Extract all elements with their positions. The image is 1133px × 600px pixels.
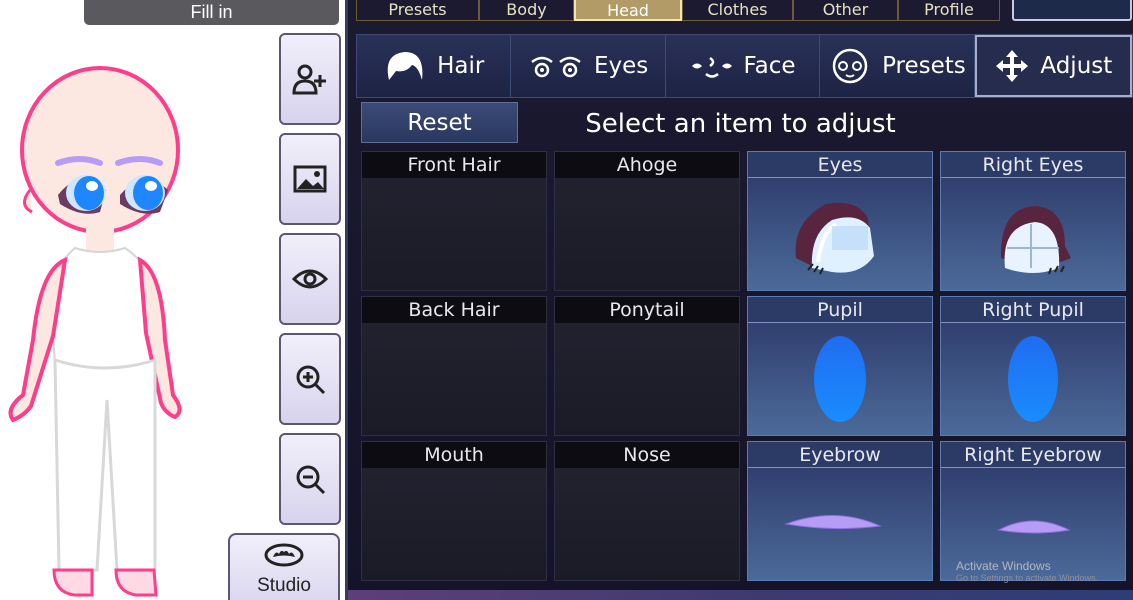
image-icon <box>293 165 327 193</box>
right-eye-preview <box>1001 206 1071 275</box>
tab-other[interactable]: Other <box>793 0 898 21</box>
studio-label: Studio <box>257 575 311 596</box>
item-label: Ponytail <box>555 297 739 323</box>
subtab-presets-label: Presets <box>882 53 966 79</box>
subtab-face-label: Face <box>743 53 796 79</box>
face-icon <box>691 56 732 78</box>
background-button[interactable] <box>279 133 341 225</box>
item-nose[interactable]: Nose <box>554 441 740 581</box>
item-mouth[interactable]: Mouth <box>361 441 547 581</box>
eyebrow-preview <box>784 515 882 530</box>
face-preset-icon <box>832 48 868 84</box>
editor-panel: Presets Body Head Clothes Other Profile … <box>345 0 1133 600</box>
subtab-eyes[interactable]: Eyes <box>511 35 666 97</box>
tab-profile[interactable]: Profile <box>898 0 1000 21</box>
eye-icon <box>292 269 328 289</box>
move-arrows-icon <box>996 50 1029 82</box>
tab-presets[interactable]: Presets <box>356 0 479 21</box>
activate-windows-watermark: Activate Windows Go to Settings to activ… <box>956 559 1098 583</box>
tab-body[interactable]: Body <box>479 0 574 21</box>
character-preview <box>8 66 182 597</box>
reset-button[interactable]: Reset <box>361 102 518 143</box>
eyes-icon <box>531 56 581 78</box>
subtab-eyes-label: Eyes <box>593 53 649 79</box>
item-label: Right Eyes <box>941 152 1125 178</box>
add-character-button[interactable] <box>279 33 341 125</box>
subtab-face[interactable]: Face <box>666 35 821 97</box>
zoom-out-icon <box>296 465 326 495</box>
item-pupil[interactable]: Pupil <box>747 296 933 436</box>
subtab-adjust[interactable]: Adjust <box>974 35 1133 97</box>
item-back-hair[interactable]: Back Hair <box>361 296 547 436</box>
item-label: Front Hair <box>362 152 546 178</box>
item-label: Eyebrow <box>748 442 932 468</box>
tab-head[interactable]: Head <box>574 0 682 21</box>
head-subtabs: Hair Eyes Face Presets Adjust <box>356 34 1133 98</box>
item-front-hair[interactable]: Front Hair <box>361 151 547 291</box>
tab-clothes[interactable]: Clothes <box>682 0 793 21</box>
subtab-hair-label: Hair <box>437 53 485 79</box>
item-label: Eyes <box>748 152 932 178</box>
item-label: Right Pupil <box>941 297 1125 323</box>
item-eyes[interactable]: Eyes <box>747 151 933 291</box>
zoom-in-button[interactable] <box>279 333 341 425</box>
category-tabs: Presets Body Head Clothes Other Profile <box>356 0 1000 21</box>
bottom-strip <box>348 590 1133 600</box>
item-label: Ahoge <box>555 152 739 178</box>
item-right-pupil[interactable]: Right Pupil <box>940 296 1126 436</box>
fill-in-button[interactable]: Fill in <box>84 0 339 25</box>
instruction-text: Select an item to adjust <box>585 109 896 139</box>
watermark-title: Activate Windows <box>956 559 1051 573</box>
character-canvas: Fill in Studio <box>0 0 345 600</box>
item-label: Mouth <box>362 442 546 468</box>
zoom-out-button[interactable] <box>279 433 341 525</box>
subtab-presets[interactable]: Presets <box>820 35 975 97</box>
right-pupil-preview <box>1008 336 1058 422</box>
bat-mask-icon <box>264 543 304 567</box>
item-eyebrow[interactable]: Eyebrow <box>747 441 933 581</box>
zoom-in-icon <box>296 365 326 395</box>
add-user-icon <box>292 64 326 95</box>
item-ponytail[interactable]: Ponytail <box>554 296 740 436</box>
studio-button[interactable]: Studio <box>228 533 340 600</box>
item-right-eyes[interactable]: Right Eyes <box>940 151 1126 291</box>
subtab-hair[interactable]: Hair <box>357 35 512 97</box>
item-label: Right Eyebrow <box>941 442 1125 468</box>
item-label: Back Hair <box>362 297 546 323</box>
top-right-button[interactable] <box>1012 0 1132 21</box>
pupil-preview <box>814 336 866 422</box>
item-label: Pupil <box>748 297 932 323</box>
hair-icon <box>387 52 423 80</box>
watermark-subtitle: Go to Settings to activate Windows. <box>956 573 1099 583</box>
item-ahoge[interactable]: Ahoge <box>554 151 740 291</box>
eye-preview <box>795 202 874 275</box>
item-label: Nose <box>555 442 739 468</box>
subtab-adjust-label: Adjust <box>1040 53 1113 79</box>
toggle-visibility-button[interactable] <box>279 233 341 325</box>
